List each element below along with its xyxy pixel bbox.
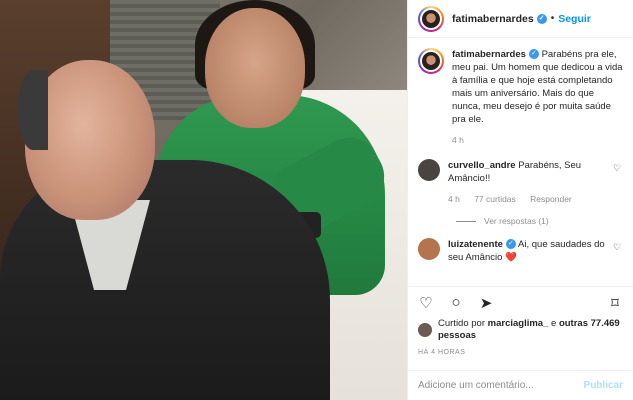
comment-username[interactable]: curvello_andre xyxy=(448,160,516,171)
caption-body: fatimabernardes ✓ Parabéns pra ele, meu p… xyxy=(452,48,623,147)
replies-line xyxy=(456,220,476,222)
post-header: fatimabernardes ✓ • Seguir xyxy=(408,0,633,38)
comment-body: luizatenente ✓ Ai, que saudades do seu Am… xyxy=(448,238,609,264)
likes-text: Curtido por marciaglima_ e outras 77.469… xyxy=(438,318,623,342)
comment-input[interactable] xyxy=(418,380,584,391)
comment-like-heart-icon[interactable]: ♡ xyxy=(613,163,623,174)
photo-man-hair xyxy=(18,70,48,150)
liker-username[interactable]: marciaglima_ xyxy=(488,318,549,329)
heart-icon[interactable]: ♡ xyxy=(418,294,434,312)
publish-button[interactable]: Publicar xyxy=(584,380,623,391)
share-icon[interactable]: ➤ xyxy=(478,294,494,312)
comment-body: curvello_andre Parabéns, Seu Amâncio!! 4… xyxy=(448,159,609,206)
bookmark-icon[interactable]: ⌑ xyxy=(607,294,623,312)
instagram-post: fatimabernardes ✓ • Seguir fatimabernarde… xyxy=(0,0,633,400)
verified-badge-icon: ✓ xyxy=(536,13,547,24)
commenter-avatar[interactable] xyxy=(418,238,440,260)
author-username[interactable]: fatimabernardes ✓ xyxy=(452,13,547,25)
post-time[interactable]: HÁ 4 HORAS xyxy=(408,342,633,356)
author-avatar[interactable] xyxy=(418,5,444,32)
caption-meta: 4 h xyxy=(452,134,623,147)
caption-username[interactable]: fatimabernardes xyxy=(452,49,526,60)
caption-text: Parabéns pra ele, meu pai. Um homem que … xyxy=(452,49,623,125)
view-replies-button[interactable]: Ver respostas (1) xyxy=(456,216,623,226)
comment-item: curvello_andre Parabéns, Seu Amâncio!! 4… xyxy=(418,159,623,206)
comment-time[interactable]: 4 h xyxy=(448,194,460,204)
comment-username[interactable]: luizatenente xyxy=(448,239,503,250)
separator-dot: • xyxy=(550,13,555,24)
liker-avatar[interactable] xyxy=(418,323,432,337)
verified-badge-icon: ✓ xyxy=(528,49,539,60)
comments-list[interactable]: fatimabernardes ✓ Parabéns pra ele, meu p… xyxy=(408,38,633,286)
commenter-avatar[interactable] xyxy=(418,159,440,181)
likes-prefix: Curtido por xyxy=(438,318,485,329)
comment-composer: Publicar xyxy=(408,370,633,400)
comment-meta: 4 h 77 curtidas Responder xyxy=(448,193,609,206)
comment-likes[interactable]: 77 curtidas xyxy=(474,194,516,204)
view-replies-label[interactable]: Ver respostas (1) xyxy=(484,216,549,226)
red-heart-emoji-icon: ❤️ xyxy=(505,252,517,263)
comment-item: luizatenente ✓ Ai, que saudades do seu Am… xyxy=(418,238,623,264)
comment-icon[interactable]: ○ xyxy=(448,294,464,311)
follow-button[interactable]: Seguir xyxy=(558,13,591,25)
likes-summary: Curtido por marciaglima_ e outras 77.469… xyxy=(408,318,633,342)
caption: fatimabernardes ✓ Parabéns pra ele, meu p… xyxy=(418,48,623,147)
action-bar: ♡ ○ ➤ ⌑ xyxy=(408,286,633,318)
caption-time[interactable]: 4 h xyxy=(452,135,464,145)
caption-avatar[interactable] xyxy=(418,48,444,74)
reply-button[interactable]: Responder xyxy=(530,194,572,204)
comment-like-heart-icon[interactable]: ♡ xyxy=(613,242,623,253)
likes-connector: e xyxy=(551,318,557,329)
post-side-panel: fatimabernardes ✓ • Seguir fatimabernarde… xyxy=(407,0,633,400)
author-username-text[interactable]: fatimabernardes xyxy=(452,13,534,25)
verified-badge-icon: ✓ xyxy=(505,239,516,250)
photo-woman-face xyxy=(205,8,305,128)
post-photo[interactable] xyxy=(0,0,407,400)
